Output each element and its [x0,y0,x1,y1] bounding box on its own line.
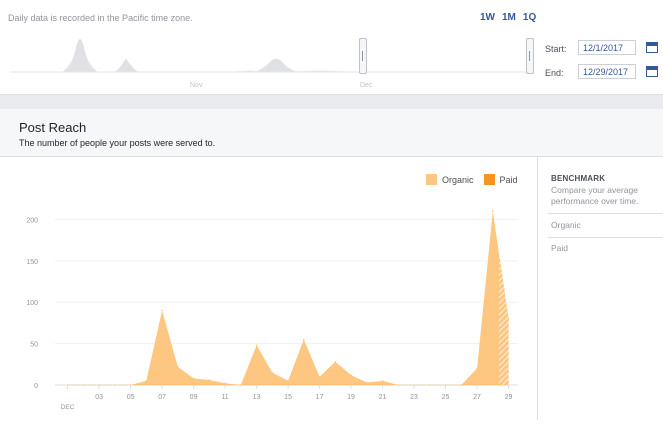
x-tick-label: 07 [158,394,166,401]
data-point-organic [507,317,510,320]
data-point-organic [397,384,400,386]
section-header: Post Reach The number of people your pos… [0,109,663,157]
end-date-input[interactable]: 12/29/2017 [578,64,636,79]
x-tick-label: 25 [442,394,450,401]
legend-label-organic[interactable]: Organic [442,175,474,185]
x-tick-label: 09 [190,394,198,401]
data-point-organic [208,379,211,381]
data-point-organic [334,361,337,363]
chart-legend: Organic Paid [426,174,518,185]
data-point-organic [224,382,226,385]
minimap-label-dec: Dec [360,82,373,89]
benchmark-paid[interactable]: Paid [551,243,663,253]
series-area-incomplete [498,252,509,385]
minimap-peak [255,58,298,72]
data-point-organic [318,375,321,378]
x-tick-label: 15 [284,394,292,401]
data-point-organic [381,380,384,382]
section-divider [0,95,663,109]
y-tick-label: 100 [26,300,38,307]
minimap-left-handle[interactable] [359,38,367,74]
legend-swatch-organic [426,174,437,185]
start-date-input[interactable]: 12/1/2017 [578,40,636,55]
overview-minimap[interactable]: Nov Dec [0,0,540,94]
benchmark-panel: BENCHMARK Compare your average performan… [537,157,663,420]
minimap-label-nov: Nov [190,82,203,89]
data-point-organic [145,380,148,382]
end-calendar-icon[interactable] [646,66,658,77]
x-tick-label: 13 [253,394,261,401]
start-calendar-icon[interactable] [646,42,658,53]
legend-label-paid[interactable]: Paid [500,175,518,185]
minimap-right-handle[interactable] [526,38,534,74]
data-point-organic [366,381,368,384]
page-title: Post Reach [19,120,87,135]
data-point-organic [240,384,242,386]
benchmark-organic[interactable]: Organic [551,220,663,230]
x-tick-label: 19 [347,394,355,401]
data-point-organic [429,384,431,386]
x-tick-label: 05 [127,394,135,401]
minimap-peak [62,39,98,72]
y-tick-label: 150 [26,259,38,266]
data-point-organic [350,374,352,376]
y-tick-label: 0 [34,383,38,390]
data-point-organic [303,338,305,341]
data-point-organic [255,344,258,347]
data-point-organic [271,371,274,374]
x-tick-label: 27 [473,394,481,401]
data-point-organic [492,210,494,212]
data-point-organic [287,380,289,382]
data-point-organic [192,377,195,380]
benchmark-divider [548,237,663,238]
series-area-organic [67,211,509,385]
post-reach-chart: Organic Paid 0 50 100 150 200 03 05 07 09 11 13 15 1… [0,157,537,420]
end-label: End: [545,68,564,78]
data-point-organic [114,384,116,386]
start-label: Start: [545,44,567,54]
x-tick-label: 17 [316,394,324,401]
data-point-organic [460,384,463,386]
x-tick-label: 23 [410,394,418,401]
x-tick-label: 29 [505,394,513,401]
chart-plot: 0 50 100 150 200 03 05 07 09 11 13 15 17 19 21 23 25 27 29… [26,210,518,411]
benchmark-divider [548,213,663,214]
benchmark-heading: BENCHMARK [551,174,606,183]
y-tick-label: 50 [30,342,38,349]
x-tick-label: 03 [95,394,103,401]
data-point-organic [161,309,163,312]
date-range-panel: Daily data is recorded in the Pacific ti… [0,0,663,95]
benchmark-description: Compare your average performance over ti… [551,185,639,206]
data-point-organic [177,365,179,368]
data-point-organic [82,384,85,386]
x-tick-label: 21 [379,394,387,401]
y-tick-label: 200 [26,217,38,224]
data-point-organic [476,367,478,370]
legend-swatch-paid [483,174,495,185]
x-month-label: DEC [61,404,75,411]
x-tick-label: 11 [221,394,228,401]
minimap-peak [115,58,138,72]
section-subtitle: The number of people your posts were ser… [19,138,216,148]
